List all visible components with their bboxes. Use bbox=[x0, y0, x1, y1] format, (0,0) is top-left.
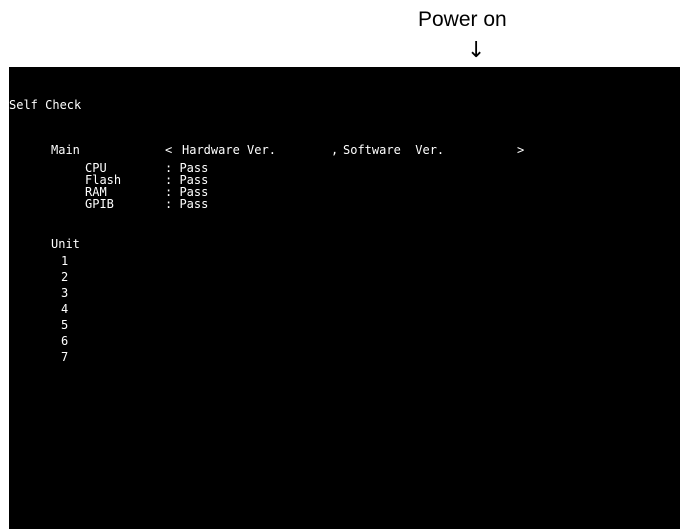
unit-item: 4 bbox=[61, 302, 69, 316]
unit-item: 6 bbox=[61, 334, 69, 348]
unit-item: 7 bbox=[61, 350, 69, 364]
unit-item: 1 bbox=[61, 254, 69, 268]
version-close-bracket: > bbox=[517, 143, 525, 157]
hardware-version-label: Hardware Ver. bbox=[182, 143, 276, 157]
version-open-bracket: < bbox=[165, 143, 173, 157]
check-result-gpib: : Pass bbox=[165, 197, 209, 211]
page: Power on ↓ Self Check Main < Hardware Ve… bbox=[0, 0, 689, 529]
software-version-label: Software Ver. bbox=[343, 143, 445, 157]
check-name-gpib: GPIB bbox=[85, 197, 114, 211]
down-arrow-icon: ↓ bbox=[467, 38, 486, 63]
unit-item: 2 bbox=[61, 270, 69, 284]
self-check-screen: Self Check Main < Hardware Ver. , Softwa… bbox=[9, 67, 680, 529]
unit-item: 5 bbox=[61, 318, 69, 332]
unit-label: Unit bbox=[51, 237, 80, 251]
main-label: Main bbox=[51, 143, 80, 157]
power-on-label: Power on bbox=[418, 8, 507, 31]
unit-item: 3 bbox=[61, 286, 69, 300]
version-separator: , bbox=[331, 143, 339, 157]
screen-title: Self Check bbox=[9, 98, 82, 112]
